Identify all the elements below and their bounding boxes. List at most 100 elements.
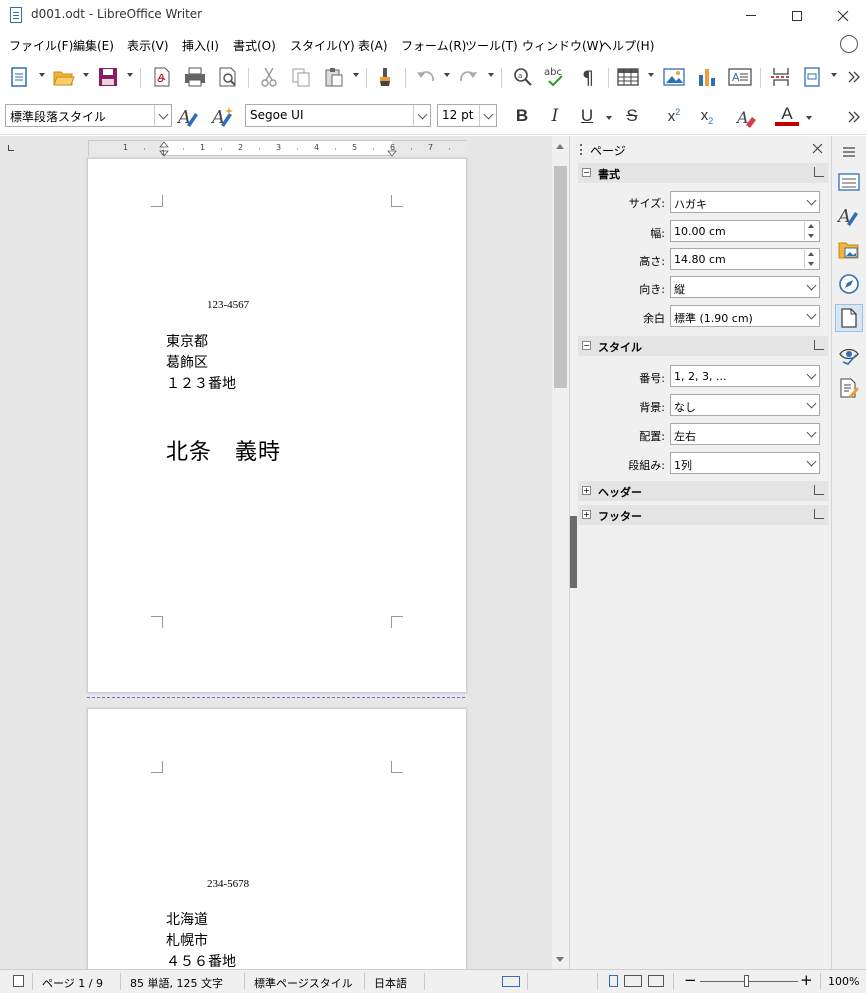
menu-file[interactable]: ファイル(F) xyxy=(9,37,73,54)
globe-icon[interactable] xyxy=(840,35,858,53)
zoom-out-button[interactable]: − xyxy=(684,971,697,989)
zoom-in-button[interactable]: + xyxy=(800,971,813,989)
more-options-icon[interactable] xyxy=(814,509,824,519)
chevron-down-icon[interactable] xyxy=(413,105,430,126)
table-dropdown-icon[interactable] xyxy=(648,73,654,77)
toolbar-overflow-button[interactable] xyxy=(845,64,863,90)
multi-page-view-icon[interactable] xyxy=(624,975,642,987)
menu-tools[interactable]: ツール(T) xyxy=(465,37,518,54)
chevron-down-icon[interactable] xyxy=(803,366,819,386)
menu-format[interactable]: 書式(O) xyxy=(233,37,276,54)
new-document-button[interactable] xyxy=(6,64,32,90)
format-toolbar-overflow-button[interactable] xyxy=(845,104,863,130)
chevron-down-icon[interactable] xyxy=(803,277,819,297)
insert-chart-button[interactable] xyxy=(694,64,720,90)
sidebar-menu-button[interactable] xyxy=(835,138,863,166)
chevron-down-icon[interactable] xyxy=(803,453,819,473)
sidebar-collapse-handle[interactable] xyxy=(570,516,577,588)
spelling-button[interactable]: abc xyxy=(543,64,569,90)
italic-button[interactable]: I xyxy=(545,104,565,128)
maximize-button[interactable] xyxy=(774,0,820,31)
export-pdf-button[interactable] xyxy=(149,64,175,90)
formatting-marks-button[interactable]: ¶ xyxy=(576,64,602,90)
menu-insert[interactable]: 挿入(I) xyxy=(182,37,219,54)
chevron-down-icon[interactable] xyxy=(479,105,496,126)
menu-help[interactable]: ヘルプ(H) xyxy=(600,37,654,54)
tab-manage-changes[interactable] xyxy=(835,374,863,402)
open-button[interactable] xyxy=(51,64,77,90)
save-dropdown-icon[interactable] xyxy=(127,73,133,77)
section-format-header[interactable]: − 書式 xyxy=(578,163,828,183)
scroll-up-icon[interactable] xyxy=(556,144,564,149)
minimize-button[interactable] xyxy=(728,0,774,31)
layout-select[interactable]: 左右 xyxy=(670,423,820,445)
cut-button[interactable] xyxy=(256,64,282,90)
section-footer-header[interactable]: + フッター xyxy=(578,505,828,525)
superscript-button[interactable]: x2 xyxy=(663,104,685,128)
font-color-dropdown-icon[interactable] xyxy=(806,116,812,120)
zoom-percent[interactable]: 100% xyxy=(828,975,859,988)
paragraph-style-combo[interactable]: 標準段落スタイル xyxy=(5,104,172,127)
new-style-button[interactable]: A xyxy=(210,104,236,130)
numbering-select[interactable]: 1, 2, 3, ... xyxy=(670,365,820,387)
collapse-icon[interactable]: − xyxy=(582,341,591,350)
zoom-slider[interactable] xyxy=(700,981,798,982)
find-replace-button[interactable]: a xyxy=(510,64,536,90)
print-button[interactable] xyxy=(182,64,208,90)
print-preview-button[interactable] xyxy=(215,64,241,90)
undo-button[interactable] xyxy=(413,64,439,90)
open-dropdown-icon[interactable] xyxy=(83,73,89,77)
new-dropdown-icon[interactable] xyxy=(39,73,45,77)
drag-handle-icon[interactable] xyxy=(580,144,582,155)
page-2[interactable]: 234-5678 北海道 札幌市 ４５６番地 xyxy=(87,708,467,969)
orientation-select[interactable]: 縦 xyxy=(670,276,820,298)
vertical-scrollbar[interactable] xyxy=(552,136,569,969)
language-status[interactable]: 日本語 xyxy=(374,975,407,991)
insert-textbox-button[interactable]: A xyxy=(727,64,753,90)
undo-dropdown-icon[interactable] xyxy=(444,73,450,77)
zoom-slider-thumb[interactable] xyxy=(744,975,749,987)
insert-table-button[interactable] xyxy=(615,64,641,90)
scroll-down-icon[interactable] xyxy=(556,957,564,962)
close-button[interactable] xyxy=(820,0,866,31)
insert-image-button[interactable] xyxy=(661,64,687,90)
single-page-view-icon[interactable] xyxy=(609,975,618,987)
collapse-icon[interactable]: − xyxy=(582,168,591,177)
menu-edit[interactable]: 編集(E) xyxy=(73,37,114,54)
section-header-header[interactable]: + ヘッダー xyxy=(578,481,828,501)
width-spinbox[interactable]: 10.00 cm xyxy=(670,220,820,242)
tab-gallery[interactable] xyxy=(835,236,863,264)
horizontal-ruler[interactable]: 1 1 1 2 3 4 5 6 7 xyxy=(88,140,467,157)
chevron-down-icon[interactable] xyxy=(803,306,819,326)
copy-button[interactable] xyxy=(288,64,314,90)
chevron-down-icon[interactable] xyxy=(803,395,819,415)
clone-formatting-button[interactable] xyxy=(373,64,399,90)
font-size-combo[interactable]: 12 pt xyxy=(437,104,497,127)
tab-styles[interactable]: A xyxy=(835,202,863,230)
more-options-icon[interactable] xyxy=(814,485,824,495)
more-options-icon[interactable] xyxy=(814,167,824,177)
chevron-down-icon[interactable] xyxy=(803,424,819,444)
margin-select[interactable]: 標準 (1.90 cm) xyxy=(670,305,820,327)
insert-field-button[interactable] xyxy=(800,64,826,90)
book-view-icon[interactable] xyxy=(648,975,664,987)
font-color-button[interactable]: A xyxy=(774,104,800,128)
chevron-down-icon[interactable] xyxy=(803,192,819,212)
menu-window[interactable]: ウィンドウ(W) xyxy=(522,37,603,54)
menu-table[interactable]: 表(A) xyxy=(358,37,388,54)
insert-mode-icon[interactable] xyxy=(502,976,520,987)
menu-form[interactable]: フォーム(R) xyxy=(401,37,466,54)
columns-select[interactable]: 1列 xyxy=(670,452,820,474)
size-select[interactable]: ハガキ xyxy=(670,191,820,213)
background-select[interactable]: なし xyxy=(670,394,820,416)
insert-page-break-button[interactable] xyxy=(768,64,794,90)
menu-styles[interactable]: スタイル(Y) xyxy=(290,37,355,54)
paste-dropdown-icon[interactable] xyxy=(353,73,359,77)
section-style-header[interactable]: − スタイル xyxy=(578,336,828,356)
page-count[interactable]: ページ 1 / 9 xyxy=(42,975,103,991)
tab-page[interactable] xyxy=(835,304,863,332)
more-options-icon[interactable] xyxy=(814,340,824,350)
field-dropdown-icon[interactable] xyxy=(831,73,837,77)
height-spinbox[interactable]: 14.80 cm xyxy=(670,248,820,270)
document-area[interactable]: 1 1 1 2 3 4 5 6 7 123-4567 東京都 葛飾区 １２３番地… xyxy=(0,136,569,969)
